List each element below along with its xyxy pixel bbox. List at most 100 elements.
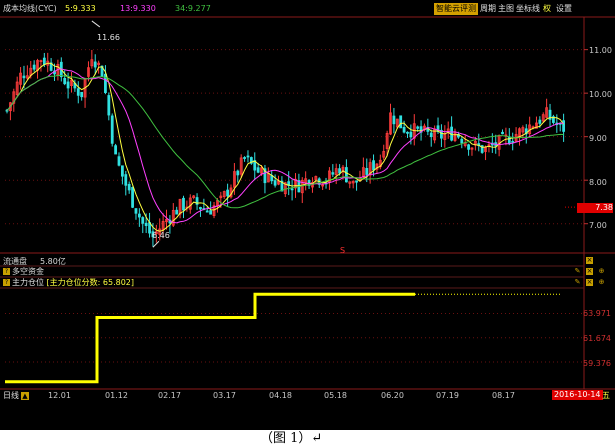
candle-body xyxy=(344,167,348,183)
ma34-value: 34:9.277 xyxy=(175,4,211,13)
candle-body xyxy=(256,167,260,173)
sell-marker: S xyxy=(340,246,346,255)
expand-icon[interactable]: × xyxy=(586,268,593,275)
panel-zlcw-label: 主力仓位 xyxy=(12,278,44,287)
candle-body xyxy=(273,180,277,186)
candle-body xyxy=(460,138,464,144)
settings-icon[interactable]: ✎ xyxy=(574,279,581,286)
sub-axis-tick: 63.971 xyxy=(583,309,611,318)
price-tick: 8.00 xyxy=(589,178,607,187)
candle-body xyxy=(406,131,409,134)
lock-icon[interactable]: ▲ xyxy=(21,392,29,400)
ma5-value: 5:9.333 xyxy=(65,4,96,13)
date-tick: 06.20 xyxy=(381,391,404,400)
candle-body xyxy=(246,155,250,158)
rights-button[interactable]: 权 xyxy=(543,4,551,14)
candle-body xyxy=(226,189,230,197)
zoom-icon[interactable]: ⊕ xyxy=(598,268,605,275)
candle-body xyxy=(175,209,179,215)
panel-toggle-icon[interactable]: ? xyxy=(3,268,10,275)
low-price-label: 6.46 xyxy=(152,231,170,240)
expand-icon[interactable]: × xyxy=(586,279,593,286)
date-tick: 05.18 xyxy=(324,391,347,400)
date-tick: 08.17 xyxy=(492,391,515,400)
candle-body xyxy=(107,95,111,116)
ma5-line xyxy=(6,62,565,232)
price-tick: 11.00 xyxy=(589,46,612,55)
candle-body xyxy=(416,126,420,129)
date-tick: 01.12 xyxy=(105,391,128,400)
candle-body xyxy=(338,168,342,174)
settings-button[interactable]: 设置 xyxy=(556,4,572,14)
panel-dkzj-label: 多空资金 xyxy=(12,267,44,276)
candle-body xyxy=(331,172,335,175)
candle-body xyxy=(355,180,358,183)
candle-body xyxy=(243,157,246,159)
candle-body xyxy=(392,115,396,125)
high-arrow xyxy=(91,20,101,28)
candle-body xyxy=(32,64,36,70)
candle-body xyxy=(80,91,84,98)
candle-body xyxy=(93,61,97,68)
figure-caption: （图 1）↵ xyxy=(260,431,323,446)
float-share-value: 5.80亿 xyxy=(40,257,66,266)
indicator-title: 成本均线(CYC) xyxy=(3,4,57,13)
candle-body xyxy=(538,119,542,124)
current-date-badge: 2016-10-14 xyxy=(552,390,603,400)
candle-body xyxy=(127,183,131,191)
candle-body xyxy=(134,208,138,214)
candle-body xyxy=(511,141,515,143)
axis-line-button[interactable]: 坐标线 xyxy=(516,4,540,14)
candle-body xyxy=(399,115,403,129)
settings-icon[interactable]: ✎ xyxy=(574,268,581,275)
candle-body xyxy=(124,174,128,186)
candle-body xyxy=(501,131,504,135)
close-icon[interactable]: × xyxy=(586,257,593,264)
candle-body xyxy=(131,187,134,208)
candle-body xyxy=(429,132,433,138)
candle-body xyxy=(199,207,202,210)
candle-body xyxy=(114,145,118,155)
chart-canvas[interactable] xyxy=(0,0,615,430)
candle-body xyxy=(42,57,46,65)
candle-body xyxy=(22,75,26,79)
sub-axis-tick: 61.674 xyxy=(583,334,611,343)
candle-body xyxy=(137,213,141,218)
ma13-value: 13:9.330 xyxy=(120,4,156,13)
candle-body xyxy=(467,144,470,150)
period-button[interactable]: 周期 xyxy=(480,4,496,14)
panel-dkzj-header[interactable]: ? 多空资金 xyxy=(3,267,44,277)
candle-body xyxy=(205,210,209,213)
high-price-label: 11.66 xyxy=(97,33,120,42)
current-price-badge: 7.38 xyxy=(577,203,613,213)
price-tick: 10.00 xyxy=(589,90,612,99)
panel-zlcw-score: [主力仓位分数: 65.802] xyxy=(46,278,135,287)
candle-body xyxy=(372,160,375,171)
candle-body xyxy=(76,88,80,96)
panel-toggle-icon[interactable]: ? xyxy=(3,279,10,286)
zoom-icon[interactable]: ⊕ xyxy=(598,279,605,286)
candle-body xyxy=(120,165,124,177)
date-tick: 07.19 xyxy=(436,391,459,400)
period-selector[interactable]: 日线 ▲ xyxy=(3,391,29,401)
candle-body xyxy=(409,131,413,138)
float-share-label: 流通盘 xyxy=(3,257,27,266)
candle-body xyxy=(117,156,121,166)
candle-body xyxy=(63,78,67,85)
candle-body xyxy=(182,197,185,211)
price-tick: 7.00 xyxy=(589,221,607,230)
candle-body xyxy=(365,167,369,175)
date-tick: 04.18 xyxy=(269,391,292,400)
candle-body xyxy=(209,210,213,215)
candle-body xyxy=(507,136,511,145)
candle-body xyxy=(141,217,145,224)
panel-zlcw-header[interactable]: ? 主力仓位 [主力仓位分数: 65.802] xyxy=(3,278,134,288)
candle-body xyxy=(66,81,70,89)
main-chart-button[interactable]: 主图 xyxy=(498,4,514,14)
candle-body xyxy=(236,170,240,176)
date-tick: 12.01 xyxy=(48,391,71,400)
cloud-evaluation-button[interactable]: 智能云评测 xyxy=(434,3,478,15)
candle-body xyxy=(562,120,566,132)
candle-body xyxy=(144,222,148,226)
candle-body xyxy=(110,115,114,144)
